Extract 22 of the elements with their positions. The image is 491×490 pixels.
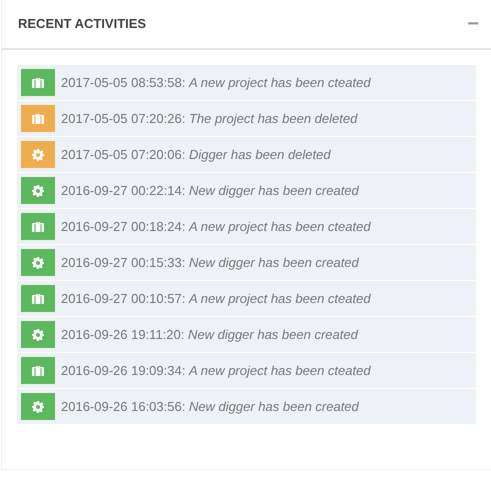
- gear-icon: [32, 256, 44, 268]
- briefcase-icon: [32, 365, 44, 376]
- gear-icon: [32, 328, 44, 340]
- activity-text: 2017-05-05 07:20:06: Digger has been deleted: [61, 146, 331, 164]
- activity-text: 2016-09-26 16:03:56: New digger has been created: [61, 398, 359, 416]
- briefcase-icon: [32, 77, 44, 88]
- activity-text: 2016-09-27 00:18:24: A new project has been cteated: [61, 218, 371, 236]
- activity-text: 2016-09-27 00:10:57: A new project has been cteated: [61, 290, 371, 308]
- gear-icon: [32, 184, 44, 196]
- panel-title: RECENT ACTIVITIES: [18, 15, 146, 34]
- gear-icon: [32, 400, 44, 412]
- briefcase-icon: [32, 221, 44, 232]
- collapse-button[interactable]: −: [467, 14, 479, 34]
- briefcase-icon: [32, 293, 44, 304]
- activity-text: 2017-05-05 07:20:26: The project has been deleted: [61, 110, 358, 128]
- briefcase-icon: [32, 113, 44, 124]
- activity-text: 2016-09-26 19:11:20: New digger has been created: [61, 326, 358, 344]
- activity-text: 2017-05-05 08:53:58: A new project has been cteated: [61, 74, 371, 92]
- activity-text: 2016-09-27 00:15:33: New digger has been created: [61, 254, 359, 272]
- activity-text: 2016-09-27 00:22:14: New digger has been created: [61, 182, 359, 200]
- activity-text: 2016-09-26 19:09:34: A new project has been cteated: [61, 362, 371, 380]
- gear-icon: [32, 148, 44, 160]
